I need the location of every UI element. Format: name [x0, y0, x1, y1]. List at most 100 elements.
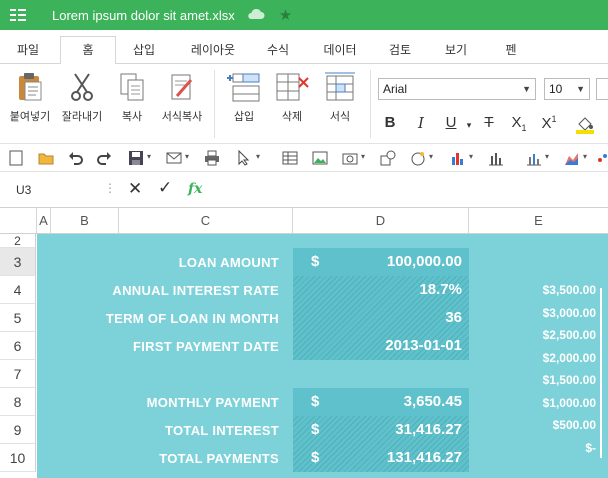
subscript-icon[interactable]: X1	[508, 114, 530, 133]
column-header-a[interactable]: A	[37, 208, 51, 234]
name-box-resize-handle[interactable]: ⋮	[104, 181, 116, 195]
star-icon[interactable]: ★	[279, 6, 292, 24]
tab-view[interactable]: 보기	[436, 30, 476, 64]
cut-button[interactable]: 잘라내기	[58, 70, 106, 124]
chevron-down-icon[interactable]: ▾	[458, 120, 480, 131]
paste-button[interactable]: 붙여넣기	[4, 70, 56, 124]
total-interest-cell[interactable]: $ 31,416.27	[293, 421, 469, 441]
superscript-icon[interactable]: X1	[538, 114, 560, 132]
select-pointer-icon[interactable]	[236, 150, 252, 166]
column-chart-icon[interactable]	[488, 150, 504, 166]
tab-formula[interactable]: 수식	[258, 30, 298, 64]
loan-amount-label: LOAN AMOUNT	[178, 255, 279, 270]
loan-amount-cell[interactable]: $ 100,000.00	[293, 253, 469, 273]
mail-icon[interactable]	[166, 150, 182, 166]
font-name-select[interactable]: Arial ▼	[378, 78, 536, 100]
strikethrough-icon[interactable]: T	[478, 114, 500, 131]
undo-icon[interactable]	[68, 150, 84, 166]
chevron-down-icon[interactable]: ▾	[545, 152, 549, 161]
select-all-corner[interactable]	[0, 208, 37, 234]
print-icon[interactable]	[204, 150, 220, 166]
chevron-down-icon[interactable]: ▾	[147, 152, 151, 161]
image-icon[interactable]	[312, 150, 328, 166]
copy-label: 복사	[121, 111, 143, 123]
chevron-down-icon[interactable]: ▾	[583, 152, 587, 161]
interest-rate-cell[interactable]: 18.7%	[293, 281, 469, 301]
chevron-down-icon[interactable]: ▾	[361, 152, 365, 161]
name-box[interactable]: U3	[16, 183, 31, 197]
delete-cells-label: 삭제	[281, 111, 303, 123]
stock-chart-icon[interactable]	[526, 150, 542, 166]
confirm-icon[interactable]: ✓	[158, 178, 172, 198]
loan-term-value: 36	[445, 309, 462, 326]
save-icon[interactable]	[128, 150, 144, 166]
row-header-8[interactable]: 8	[0, 388, 36, 416]
loan-term-label: TERM OF LOAN IN MONTH	[105, 311, 279, 326]
column-header-e[interactable]: E	[469, 208, 608, 234]
font-size-select[interactable]: 10 ▼	[544, 78, 590, 100]
scatter-chart-icon[interactable]	[596, 150, 608, 166]
formula-input[interactable]	[214, 182, 604, 198]
delete-cells-button[interactable]: 삭제	[270, 70, 314, 124]
smartart-icon[interactable]	[410, 150, 426, 166]
tab-insert[interactable]: 삽입	[124, 30, 164, 64]
column-header-c[interactable]: C	[119, 208, 293, 234]
open-folder-icon[interactable]	[38, 150, 54, 166]
chevron-down-icon[interactable]: ▾	[429, 152, 433, 161]
chevron-down-icon[interactable]: ▾	[256, 152, 260, 161]
table-icon[interactable]	[282, 150, 298, 166]
total-payments-value: 131,416.27	[386, 449, 462, 466]
tab-pen[interactable]: 펜	[496, 30, 526, 64]
font-size-value: 10	[549, 82, 563, 96]
total-payments-cell[interactable]: $ 131,416.27	[293, 449, 469, 469]
insert-function-button[interactable]: fx	[188, 181, 202, 197]
copy-button[interactable]: 복사	[110, 70, 154, 124]
monthly-payment-cell[interactable]: $ 3,650.45	[293, 393, 469, 413]
tab-home[interactable]: 홈	[60, 36, 116, 65]
new-file-icon[interactable]	[8, 150, 24, 166]
tab-file[interactable]: 파일	[10, 30, 46, 64]
delete-cells-icon	[270, 70, 314, 104]
cloud-icon[interactable]	[247, 7, 265, 23]
chart-y-tick: $2,500.00	[542, 328, 596, 342]
insert-cells-button[interactable]: 삽입	[222, 70, 266, 124]
currency-symbol: $	[311, 393, 320, 410]
column-header-d[interactable]: D	[293, 208, 469, 234]
cell-format-button[interactable]: 서식	[318, 70, 362, 124]
app-menu-icon[interactable]	[0, 0, 36, 30]
bar-chart-icon[interactable]	[450, 150, 466, 166]
row-header-3[interactable]: 3	[0, 248, 36, 276]
column-header-b[interactable]: B	[51, 208, 119, 234]
tab-review[interactable]: 검토	[380, 30, 420, 64]
first-payment-date-cell[interactable]: 2013-01-01	[293, 337, 469, 357]
row-header-10[interactable]: 10	[0, 444, 36, 472]
row-header-4[interactable]: 4	[0, 276, 36, 304]
chevron-down-icon[interactable]: ▾	[185, 152, 189, 161]
chevron-down-icon[interactable]: ▾	[469, 152, 473, 161]
chevron-down-icon: ▼	[522, 84, 531, 94]
format-painter-button[interactable]: 서식복사	[156, 70, 208, 124]
formula-bar: U3 ⋮ ✕ ✓ fx	[0, 172, 608, 208]
camera-icon[interactable]	[342, 150, 358, 166]
loan-term-cell[interactable]: 36	[293, 309, 469, 329]
currency-symbol: $	[311, 421, 320, 438]
shapes-icon[interactable]	[380, 150, 396, 166]
cancel-icon[interactable]: ✕	[128, 179, 142, 199]
bold-icon[interactable]: B	[379, 114, 401, 131]
font-grow-button[interactable]	[596, 78, 608, 100]
row-header-2[interactable]: 2	[0, 234, 36, 248]
row-header-6[interactable]: 6	[0, 332, 36, 360]
row-header-7[interactable]: 7	[0, 360, 36, 388]
tab-layout[interactable]: 레이아웃	[180, 30, 246, 64]
chart-y-tick: $3,000.00	[542, 306, 596, 320]
fill-color-icon[interactable]	[574, 114, 596, 138]
cell-format-label: 서식	[329, 111, 351, 123]
row-header-9[interactable]: 9	[0, 416, 36, 444]
first-payment-date-value: 2013-01-01	[385, 337, 462, 354]
redo-icon[interactable]	[96, 150, 112, 166]
interest-rate-value: 18.7%	[419, 281, 462, 298]
row-header-5[interactable]: 5	[0, 304, 36, 332]
area-chart-icon[interactable]	[564, 150, 580, 166]
tab-data[interactable]: 데이터	[314, 30, 366, 64]
italic-icon[interactable]: I	[410, 114, 432, 132]
